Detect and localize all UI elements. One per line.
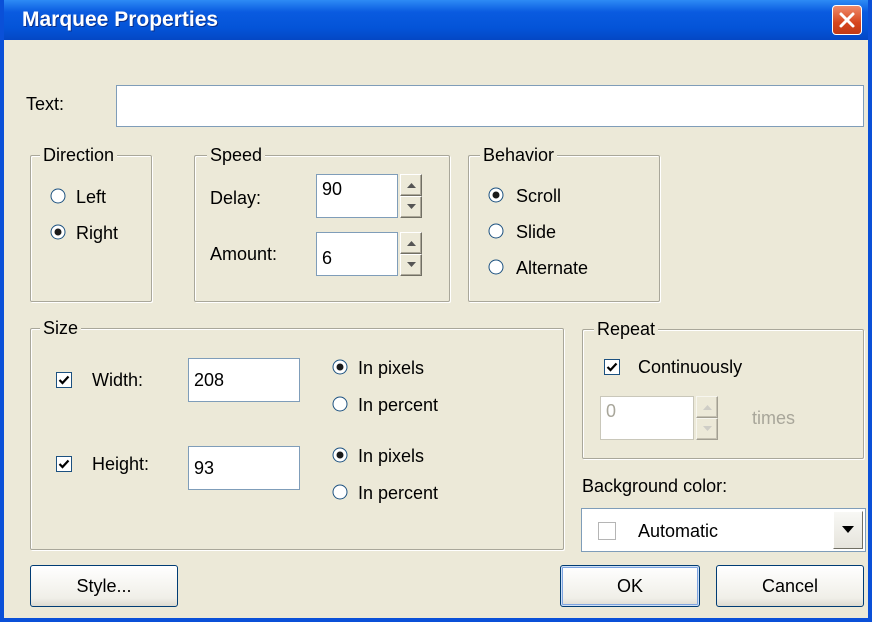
- radio-checked-icon: [488, 187, 504, 203]
- direction-right-label: Right: [76, 223, 119, 243]
- arrow-down-icon: [703, 426, 712, 431]
- arrow-up-icon: [407, 241, 416, 246]
- height-pixels-label: In pixels: [358, 446, 425, 466]
- checkbox-checked-icon: [604, 359, 620, 375]
- radio-unchecked-icon: [332, 484, 348, 500]
- title-bar[interactable]: Marquee Properties: [4, 0, 868, 40]
- color-swatch-icon: [598, 522, 616, 540]
- behavior-slide-label: Slide: [516, 222, 557, 242]
- arrow-up-icon: [407, 183, 416, 188]
- background-color-dropdown[interactable]: Automatic: [581, 508, 866, 552]
- width-label: Width:: [92, 370, 144, 390]
- window-title: Marquee Properties: [22, 8, 219, 31]
- radio-unchecked-icon: [50, 188, 66, 204]
- repeat-times-input[interactable]: [600, 396, 694, 440]
- style-button[interactable]: Style...: [30, 565, 178, 607]
- amount-input[interactable]: [316, 232, 398, 276]
- direction-legend: Direction: [40, 145, 118, 166]
- radio-checked-icon: [332, 359, 348, 375]
- repeat-spin-up[interactable]: [696, 396, 718, 418]
- delay-spinner: [400, 174, 422, 218]
- delay-spin-up[interactable]: [400, 174, 422, 196]
- marquee-properties-dialog: Marquee Properties Text: Direction Left …: [0, 0, 872, 622]
- height-input[interactable]: [188, 446, 300, 490]
- behavior-alternate-label: Alternate: [516, 258, 589, 278]
- dropdown-button[interactable]: [833, 511, 863, 549]
- speed-legend: Speed: [207, 145, 266, 166]
- height-percent-label: In percent: [358, 483, 439, 503]
- checkbox-checked-icon: [56, 456, 72, 472]
- radio-unchecked-icon: [488, 223, 504, 239]
- delay-label: Delay:: [210, 188, 262, 208]
- text-label: Text:: [26, 94, 65, 114]
- repeat-spin-down[interactable]: [696, 418, 718, 440]
- width-input[interactable]: [188, 358, 300, 402]
- size-legend: Size: [40, 318, 82, 339]
- width-percent-label: In percent: [358, 395, 439, 415]
- width-pixels-label: In pixels: [358, 358, 425, 378]
- close-button[interactable]: [832, 5, 862, 35]
- chevron-down-icon: [842, 526, 854, 533]
- delay-input[interactable]: [316, 174, 398, 218]
- radio-checked-icon: [50, 224, 66, 240]
- amount-spinner: [400, 232, 422, 276]
- background-color-value: Automatic: [638, 521, 719, 541]
- checkbox-checked-icon: [56, 372, 72, 388]
- radio-unchecked-icon: [332, 396, 348, 412]
- delay-spin-down[interactable]: [400, 196, 422, 218]
- height-label: Height:: [92, 454, 150, 474]
- amount-spin-up[interactable]: [400, 232, 422, 254]
- behavior-legend: Behavior: [480, 145, 558, 166]
- arrow-down-icon: [407, 262, 416, 267]
- arrow-up-icon: [703, 405, 712, 410]
- direction-left-label: Left: [76, 187, 107, 207]
- continuously-label: Continuously: [638, 357, 743, 377]
- radio-checked-icon: [332, 447, 348, 463]
- ok-button[interactable]: OK: [560, 565, 700, 607]
- repeat-legend: Repeat: [594, 319, 659, 340]
- times-label: times: [752, 408, 796, 428]
- radio-unchecked-icon: [488, 259, 504, 275]
- repeat-times-spinner: [696, 396, 718, 440]
- behavior-scroll-label: Scroll: [516, 186, 562, 206]
- arrow-down-icon: [407, 204, 416, 209]
- cancel-button[interactable]: Cancel: [716, 565, 864, 607]
- amount-label: Amount:: [210, 244, 278, 264]
- amount-spin-down[interactable]: [400, 254, 422, 276]
- text-input[interactable]: [116, 85, 864, 127]
- background-color-label: Background color:: [582, 476, 728, 496]
